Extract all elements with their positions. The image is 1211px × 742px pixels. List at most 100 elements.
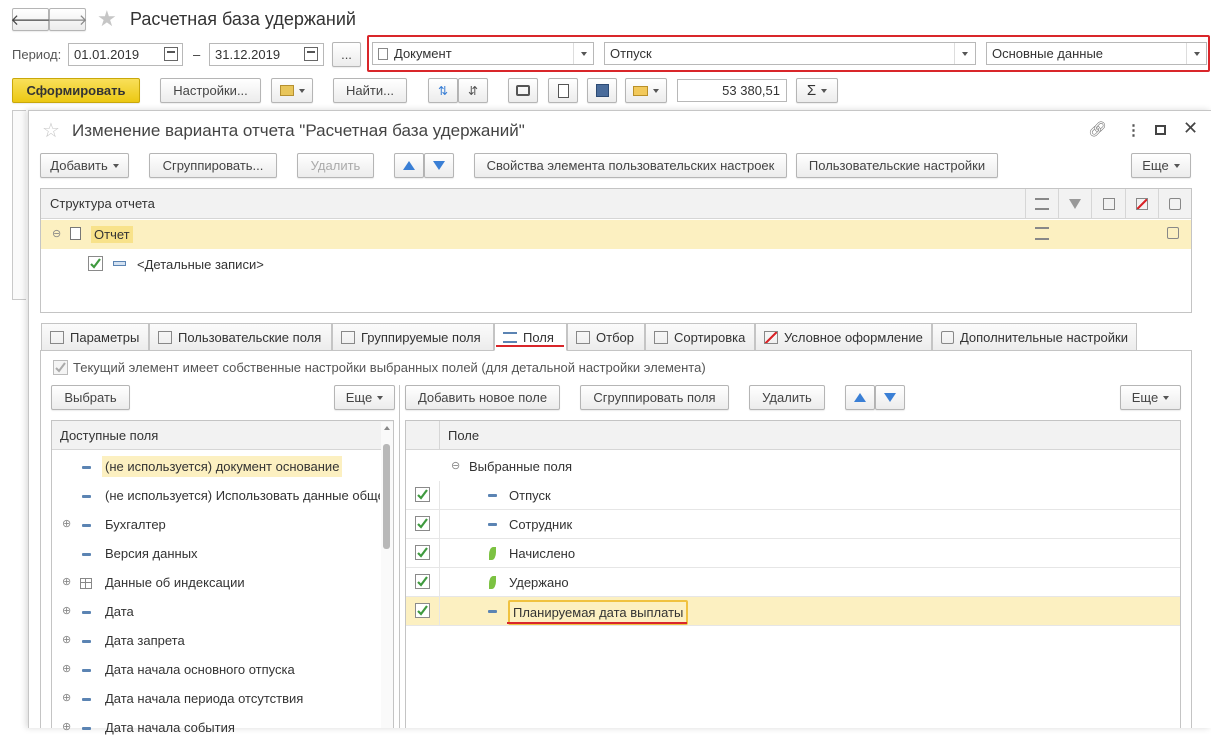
detail-records-checkbox[interactable] (88, 256, 103, 271)
period-select-button[interactable]: ... (332, 42, 361, 67)
document-type-field[interactable]: Документ (372, 42, 594, 65)
data-type-field[interactable]: Основные данные (986, 42, 1207, 65)
close-icon[interactable]: ✕ (1183, 118, 1198, 139)
back-button[interactable]: 🡐 (10, 8, 51, 31)
expand-icon[interactable]: ⊕ (62, 604, 71, 617)
right-move-down-button[interactable] (875, 385, 905, 410)
selected-field-label: Сотрудник (509, 517, 573, 532)
available-field-label: (не используется) документ основание (102, 456, 343, 477)
arrow-down-icon (433, 161, 445, 170)
left-scrollbar-thumb[interactable] (383, 444, 390, 549)
dialog-delete-button[interactable]: Удалить (297, 153, 374, 178)
tab-filter[interactable]: Отбор (567, 323, 645, 350)
document-value-dropdown-icon[interactable] (954, 43, 974, 64)
move-down-button[interactable] (424, 153, 454, 178)
left-more-button[interactable]: Еще (334, 385, 395, 410)
fields-col-icon (1035, 198, 1050, 210)
dialog-more-button[interactable]: Еще (1131, 153, 1191, 178)
field-red-underline (507, 622, 687, 624)
table-icon (80, 578, 92, 589)
sort-descending-button[interactable]: ⇵ (458, 78, 488, 103)
selected-field-checkbox[interactable] (415, 487, 430, 502)
tab-additional-settings[interactable]: Дополнительные настройки (932, 323, 1137, 350)
right-delete-button[interactable]: Удалить (749, 385, 825, 410)
sort-col-icon (1102, 198, 1115, 210)
printer-icon (516, 85, 530, 96)
conditional-format-tab-icon (764, 330, 778, 344)
scroll-up-icon[interactable] (384, 426, 390, 430)
arrow-down-icon (884, 393, 896, 402)
selected-fields-header (406, 421, 1180, 450)
dialog-group-button[interactable]: Сгруппировать... (149, 153, 277, 178)
sort-desc-icon: ⇵ (467, 83, 479, 98)
expand-icon[interactable]: ⊕ (62, 691, 71, 704)
selected-fields-header-label: Поле (448, 428, 480, 443)
more-options-icon[interactable]: ⋮ (1126, 121, 1141, 139)
maximize-icon[interactable] (1155, 125, 1166, 135)
available-field-label: Бухгалтер (105, 517, 166, 532)
selected-field-checkbox[interactable] (415, 516, 430, 531)
available-field-label: Дата запрета (105, 633, 185, 648)
tab-conditional-format[interactable]: Условное оформление (755, 323, 932, 350)
right-move-up-button[interactable] (845, 385, 875, 410)
expand-icon[interactable]: ⊕ (62, 633, 71, 646)
selected-field-checkbox[interactable] (415, 545, 430, 560)
period-label: Период: (12, 47, 62, 62)
variant-menu-button[interactable] (271, 78, 313, 103)
favorite-star-icon[interactable]: ★ (97, 6, 117, 32)
choose-button[interactable]: Выбрать (51, 385, 130, 410)
checkbox-column-divider (439, 568, 440, 597)
structure-row-report[interactable] (41, 220, 1191, 249)
settings-button[interactable]: Настройки... (160, 78, 261, 103)
calendar-to-icon[interactable] (304, 47, 318, 61)
selected-field-checkbox[interactable] (415, 603, 430, 618)
calendar-from-icon[interactable] (164, 47, 178, 61)
selected-fields-group-label: Выбранные поля (469, 459, 573, 474)
field-icon (488, 610, 497, 613)
forward-button[interactable]: 🡒 (47, 8, 88, 31)
pane-divider[interactable] (399, 385, 400, 728)
add-new-field-button[interactable]: Добавить новое поле (405, 385, 560, 410)
collapse-report-icon[interactable]: ⊖ (52, 227, 61, 240)
report-fields-icon (1035, 227, 1049, 240)
move-up-button[interactable] (394, 153, 424, 178)
available-field-label: Версия данных (105, 546, 198, 561)
tab-user-fields[interactable]: Пользовательские поля (149, 323, 332, 350)
tab-parameters[interactable]: Параметры (41, 323, 149, 350)
dialog-add-button[interactable]: Добавить (40, 153, 129, 178)
data-type-dropdown-icon[interactable] (1186, 43, 1206, 64)
user-fields-tab-icon (158, 330, 172, 344)
email-button[interactable] (625, 78, 667, 103)
document-type-dropdown-icon[interactable] (573, 43, 593, 64)
expand-icon[interactable]: ⊕ (62, 575, 71, 588)
expand-icon[interactable]: ⊕ (62, 662, 71, 675)
group-fields-button[interactable]: Сгруппировать поля (580, 385, 729, 410)
additional-settings-col-icon (1168, 198, 1181, 210)
selected-field-checkbox[interactable] (415, 574, 430, 589)
right-more-button[interactable]: Еще (1120, 385, 1181, 410)
document-value-field[interactable]: Отпуск (604, 42, 976, 65)
floppy-icon (595, 84, 609, 97)
expand-icon[interactable]: ⊕ (62, 720, 71, 733)
sort-ascending-button[interactable]: ⇅ (428, 78, 458, 103)
generate-button[interactable]: Сформировать (12, 78, 140, 103)
field-icon (82, 698, 91, 701)
tab-grouping-fields[interactable]: Группируемые поля (332, 323, 494, 350)
save-button[interactable] (587, 78, 617, 103)
document-icon (378, 47, 388, 60)
tab-sort[interactable]: Сортировка (645, 323, 755, 350)
element-properties-button[interactable]: Свойства элемента пользовательских настр… (474, 153, 787, 178)
link-icon[interactable]: 🔗︎ (1088, 120, 1107, 138)
dialog-favorite-star-icon[interactable]: ☆ (42, 118, 60, 143)
sum-function-button[interactable]: Σ (796, 78, 838, 103)
sum-value-field: 53 380,51 (677, 79, 787, 102)
sigma-icon: Σ (806, 82, 817, 99)
collapse-selected-icon[interactable]: ⊖ (451, 459, 460, 472)
find-button[interactable]: Найти... (333, 78, 407, 103)
preview-button[interactable] (548, 78, 578, 103)
user-settings-button[interactable]: Пользовательские настройки (796, 153, 998, 178)
structure-child-label: <Детальные записи> (137, 257, 264, 272)
own-settings-checkbox[interactable] (53, 360, 68, 375)
print-button[interactable] (508, 78, 538, 103)
expand-icon[interactable]: ⊕ (62, 517, 71, 530)
